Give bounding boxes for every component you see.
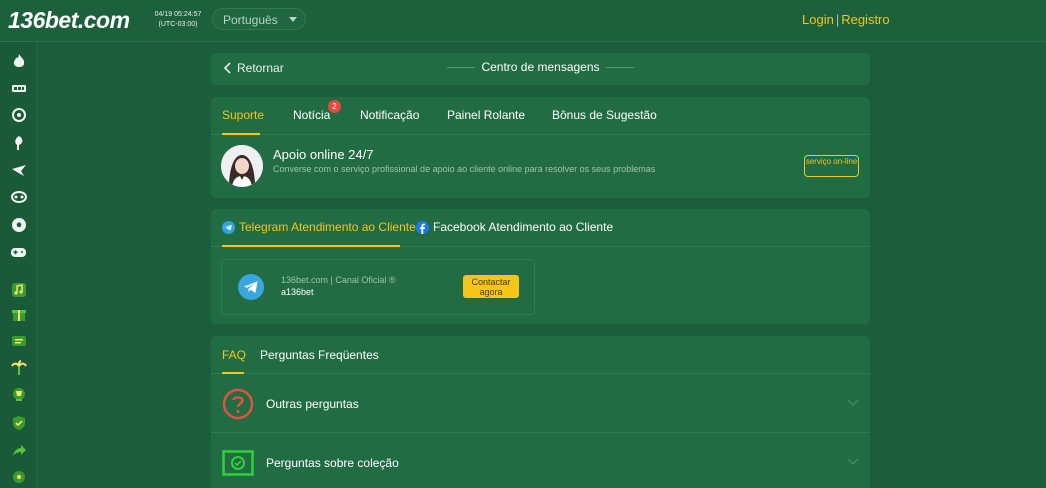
contact-now-button[interactable]: Contactar agora bbox=[463, 275, 519, 298]
tab-telegram-label: Telegram Atendimento ao Cliente bbox=[239, 220, 416, 234]
page-title: Centro de mensagens bbox=[211, 60, 870, 74]
tab-faq[interactable]: FAQ bbox=[222, 348, 246, 362]
facebook-icon bbox=[416, 220, 429, 234]
login-link[interactable]: Login bbox=[802, 12, 834, 27]
support-description: Converse com o serviço profissional de a… bbox=[273, 164, 656, 174]
support-avatar bbox=[221, 145, 263, 187]
contact-card: Telegram Atendimento ao Cliente Facebook… bbox=[211, 209, 870, 324]
channel-handle: a136bet bbox=[281, 287, 314, 297]
gamepad-icon[interactable] bbox=[10, 243, 27, 260]
online-service-button[interactable]: serviço on-line bbox=[804, 155, 859, 177]
telegram-channel-card: 136bet.com | Canal Oficial ® a136bet Con… bbox=[221, 259, 535, 315]
channel-name: 136bet.com | Canal Oficial ® bbox=[281, 275, 396, 285]
cards-icon[interactable] bbox=[10, 188, 27, 205]
faq-row-label: Outras perguntas bbox=[266, 397, 359, 411]
support-card: Suporte Notícia 2 Notificação Painel Rol… bbox=[211, 97, 870, 198]
more-icon[interactable] bbox=[10, 468, 27, 485]
active-tab-indicator bbox=[222, 245, 400, 247]
language-select[interactable]: Português bbox=[212, 8, 306, 30]
message-tabs: Suporte Notícia 2 Notificação Painel Rol… bbox=[211, 97, 870, 135]
top-header: 136bet.com 04/19 05:24:57 (UTC-03:00) Po… bbox=[0, 0, 1046, 42]
fishing-icon[interactable] bbox=[10, 134, 27, 151]
title-divider-right bbox=[605, 67, 634, 69]
tab-perguntas-frequentes[interactable]: Perguntas Freqüentes bbox=[260, 348, 379, 362]
shield-icon[interactable] bbox=[10, 414, 27, 431]
page-title-text: Centro de mensagens bbox=[481, 60, 600, 74]
tab-suporte[interactable]: Suporte bbox=[222, 108, 264, 122]
active-tab-indicator bbox=[222, 372, 244, 374]
ticket-icon[interactable] bbox=[10, 332, 27, 349]
chevron-down-icon bbox=[847, 399, 859, 406]
register-link[interactable]: Registro bbox=[841, 12, 889, 27]
clock-timezone: (UTC-03:00) bbox=[158, 21, 198, 28]
soccer-icon[interactable] bbox=[10, 216, 27, 233]
poker-icon[interactable] bbox=[10, 106, 27, 123]
sidebar bbox=[0, 42, 37, 488]
page-header-bar: Retornar Centro de mensagens bbox=[211, 53, 870, 85]
faq-row-label: Perguntas sobre coleção bbox=[266, 456, 399, 470]
trophy-icon[interactable] bbox=[10, 386, 27, 403]
faq-row-colecao[interactable]: Perguntas sobre coleção bbox=[211, 434, 870, 488]
palm-icon[interactable] bbox=[10, 359, 27, 376]
tab-facebook-label: Facebook Atendimento ao Cliente bbox=[433, 220, 614, 234]
money-icon bbox=[222, 450, 254, 476]
tab-telegram[interactable]: Telegram Atendimento ao Cliente bbox=[222, 220, 416, 234]
chevron-down-icon bbox=[847, 458, 859, 465]
contact-tabs: Telegram Atendimento ao Cliente Facebook… bbox=[211, 209, 870, 247]
unread-badge: 2 bbox=[328, 100, 341, 113]
question-icon bbox=[222, 388, 254, 420]
tab-notificacao[interactable]: Notificação bbox=[360, 108, 419, 122]
faq-tabs: FAQ Perguntas Freqüentes bbox=[211, 336, 870, 374]
faq-card: FAQ Perguntas Freqüentes Outras pergunta… bbox=[211, 336, 870, 488]
telegram-icon bbox=[238, 274, 264, 300]
music-icon[interactable] bbox=[10, 281, 27, 298]
tab-painel-rolante[interactable]: Painel Rolante bbox=[447, 108, 525, 122]
share-icon[interactable] bbox=[10, 441, 27, 458]
telegram-icon bbox=[222, 220, 235, 234]
tab-bonus-sugestao[interactable]: Bônus de Sugestão bbox=[552, 108, 657, 122]
clock: 04/19 05:24:57 (UTC-03:00) bbox=[152, 10, 204, 30]
clock-date: 04/19 05:24:57 bbox=[154, 11, 202, 18]
gift-icon[interactable] bbox=[10, 305, 27, 322]
title-divider-left bbox=[447, 67, 476, 69]
tab-facebook[interactable]: Facebook Atendimento ao Cliente bbox=[416, 220, 613, 234]
chevron-down-icon bbox=[289, 17, 297, 22]
site-logo[interactable]: 136bet.com bbox=[8, 7, 130, 34]
active-tab-indicator bbox=[222, 133, 260, 135]
auth-separator: | bbox=[835, 12, 840, 27]
faq-row-outras[interactable]: Outras perguntas bbox=[211, 375, 870, 433]
support-title: Apoio online 24/7 bbox=[273, 147, 374, 162]
fire-icon[interactable] bbox=[10, 52, 27, 69]
slots-icon[interactable] bbox=[10, 79, 27, 96]
bird-icon[interactable] bbox=[10, 161, 27, 178]
auth-links: Login | Registro bbox=[802, 12, 890, 27]
language-label: Português bbox=[223, 13, 278, 27]
tab-noticia[interactable]: Notícia bbox=[293, 108, 330, 122]
